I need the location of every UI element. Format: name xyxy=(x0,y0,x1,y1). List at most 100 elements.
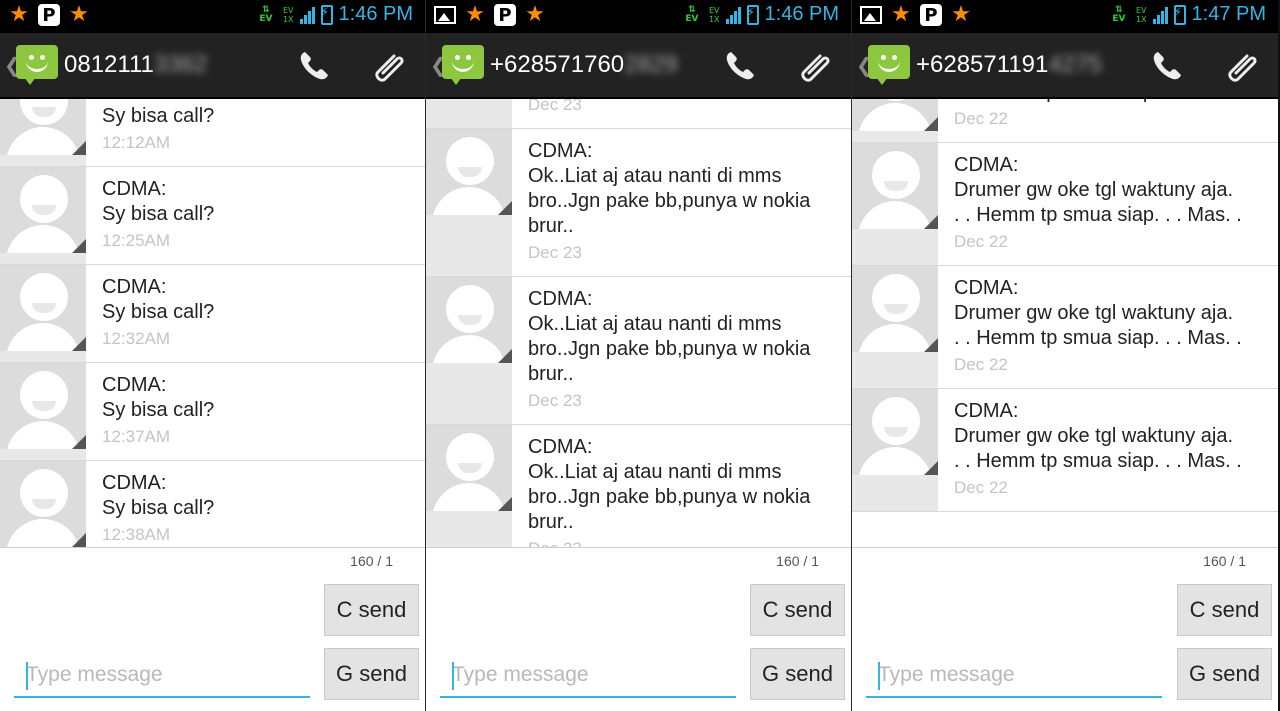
message-row[interactable]: CDMA: Sy bisa call? 12:25AM xyxy=(0,167,425,265)
contact-number: +6285711914275 xyxy=(916,51,1102,78)
message-network-label: CDMA: xyxy=(102,472,167,494)
contact-avatar-icon[interactable] xyxy=(426,129,512,215)
c-send-button[interactable]: C send xyxy=(324,584,419,636)
message-list[interactable]: CDMA: Ok..Liat aj atau nanti di mms bro..J… xyxy=(426,99,851,547)
data-transfer-icon: ⇅ EV xyxy=(1112,4,1126,24)
c-send-button[interactable]: C send xyxy=(750,584,845,636)
message-timestamp: 12:12AM xyxy=(102,133,171,152)
message-network-label: CDMA: xyxy=(102,178,167,200)
message-row[interactable]: CDMA: Sy bisa call? 12:38AM xyxy=(0,461,425,547)
message-text-line: Sy bisa call? xyxy=(102,399,215,421)
message-row[interactable]: CDMA:Ok..Liat aj atau nanti di mmsbro..J… xyxy=(426,129,851,277)
message-text-line: brur.. xyxy=(528,363,574,385)
message-row[interactable]: CDMA: Drumer gw oke tgl waktuny aja. . . H… xyxy=(852,266,1278,389)
phone-call-icon[interactable] xyxy=(297,49,331,83)
char-counter: 160 / 1 xyxy=(1203,553,1246,569)
p-app-icon: P xyxy=(38,4,60,26)
g-send-button[interactable]: G send xyxy=(750,648,845,700)
message-body: CDMA: Sy bisa call? 12:37AM xyxy=(102,373,415,447)
contact-avatar-icon[interactable] xyxy=(852,389,938,475)
message-text-line: . . Hemm tp smua siap. . . Mas. . xyxy=(954,204,1242,226)
message-text-line: Ok..Liat aj atau nanti di mms xyxy=(528,313,782,335)
messaging-app-icon[interactable] xyxy=(16,45,58,85)
messaging-app-icon[interactable] xyxy=(442,45,484,85)
message-text-line: brur.. xyxy=(528,511,574,533)
message-body: CDMA: Ok..Liat aj atau nanti di mms bro..J… xyxy=(528,287,841,411)
message-body: CDMA: Sy bisa call? 12:25AM xyxy=(102,177,415,251)
message-list-inner: Drumer gw oke tgl waktuny aja. . . Hemm t… xyxy=(852,99,1278,512)
message-input[interactable] xyxy=(440,658,736,698)
attach-paperclip-icon[interactable] xyxy=(371,49,407,85)
message-row[interactable]: CDMA:Ok..Liat aj atau nanti di mmsbro..J… xyxy=(426,425,851,547)
sms-screen-3: ★ P ★ ⇅EV EV1X 1:47 PM ❮ +6285711914275 … xyxy=(852,0,1278,711)
system-icons: ⇅EV EV1X 1:46 PM xyxy=(681,3,839,26)
message-timestamp: 12:37AM xyxy=(102,427,171,446)
message-text-line: bro..Jgn pake bb,punya w nokia xyxy=(528,190,811,212)
message-network-label: CDMA: xyxy=(528,288,593,310)
message-timestamp: Dec 22 xyxy=(954,355,1008,374)
contact-avatar-icon[interactable] xyxy=(0,363,86,449)
message-text-line: brur.. xyxy=(528,215,574,237)
message-body: CDMA: Sy bisa call? 12:32AM xyxy=(102,275,415,349)
message-body: CDMA: Drumer gw oke tgl waktuny aja. . . H… xyxy=(954,276,1268,375)
message-row[interactable]: CDMA: Sy bisa call? 12:37AM xyxy=(0,363,425,461)
attach-paperclip-icon[interactable] xyxy=(1224,49,1260,85)
star-icon: ★ xyxy=(891,2,911,27)
phone-call-icon[interactable] xyxy=(1150,49,1184,83)
message-text-line: . . Hemm tp smua siap. . . Mas. . xyxy=(954,327,1242,349)
battery-charging-icon xyxy=(320,4,333,25)
message-row[interactable]: CDMA:Sy bisa call?12:12AM xyxy=(0,99,425,167)
message-text-line: Drumer gw oke tgl waktuny aja. xyxy=(954,179,1234,201)
message-text-line: Drumer gw oke tgl waktuny aja. xyxy=(954,425,1234,447)
message-input[interactable] xyxy=(866,658,1162,698)
contact-avatar-icon[interactable] xyxy=(0,99,86,155)
notification-icons: ★ P ★ xyxy=(8,4,90,26)
message-row[interactable]: CDMA: Drumer gw oke tgl waktuny aja. . . H… xyxy=(852,389,1278,512)
status-time: 1:46 PM xyxy=(764,3,839,25)
c-send-button[interactable]: C send xyxy=(1177,584,1272,636)
message-list[interactable]: Drumer gw oke tgl waktuny aja. . . Hemm t… xyxy=(852,99,1278,547)
g-send-button[interactable]: G send xyxy=(324,648,419,700)
avatar-column xyxy=(426,99,512,128)
message-list[interactable]: CDMA: Sy bisa call? 12:12AM CDMA: Sy bisa ca… xyxy=(0,99,425,547)
message-network-label: CDMA: xyxy=(528,140,593,162)
signal-icon xyxy=(725,6,741,24)
phone-call-icon[interactable] xyxy=(723,49,757,83)
message-text-line: Sy bisa call? xyxy=(102,105,215,127)
contact-avatar-icon[interactable] xyxy=(0,461,86,547)
contact-avatar-icon[interactable] xyxy=(426,425,512,511)
image-icon xyxy=(860,6,882,24)
message-text-line: . . Hemm tp smua siap. . . Mas. . xyxy=(954,450,1242,472)
messaging-app-icon[interactable] xyxy=(868,45,910,85)
contact-avatar-icon[interactable] xyxy=(852,99,938,131)
contact-avatar-icon[interactable] xyxy=(0,265,86,351)
data-transfer-icon: ⇅ EV xyxy=(685,4,699,24)
message-row[interactable]: CDMA:Ok..Liat aj atau nanti di mmsbro..J… xyxy=(426,99,851,129)
message-row[interactable]: CDMA: Sy bisa call? 12:32AM xyxy=(0,265,425,363)
contact-number: 08121113362 xyxy=(64,51,208,78)
message-text-line: Sy bisa call? xyxy=(102,203,215,225)
text-caret xyxy=(878,662,880,690)
star-icon: ★ xyxy=(951,2,971,27)
notification-icons: ★ P ★ xyxy=(860,4,972,26)
attach-paperclip-icon[interactable] xyxy=(797,49,833,85)
message-row[interactable]: CDMA: Drumer gw oke tgl waktuny aja. . . H… xyxy=(852,143,1278,266)
contact-avatar-icon[interactable] xyxy=(0,167,86,253)
message-text-line: Drumer gw oke tgl waktuny aja. xyxy=(954,302,1234,324)
message-body: CDMA:Sy bisa call?12:12AM xyxy=(102,99,415,153)
message-timestamp: 12:32AM xyxy=(102,329,171,348)
contact-avatar-icon[interactable] xyxy=(852,266,938,352)
contact-avatar-icon[interactable] xyxy=(426,277,512,363)
image-icon xyxy=(434,6,456,24)
contact-avatar-icon[interactable] xyxy=(852,143,938,229)
g-send-button[interactable]: G send xyxy=(1177,648,1272,700)
message-row[interactable]: CDMA:Ok..Liat aj atau nanti di mmsbro..J… xyxy=(426,277,851,425)
message-input[interactable] xyxy=(14,658,310,698)
message-timestamp: Dec 23 xyxy=(528,99,582,114)
message-network-label: CDMA: xyxy=(528,436,593,458)
message-row[interactable]: Drumer gw oke tgl waktuny aja.. . Hemm t… xyxy=(852,99,1278,143)
battery-charging-icon xyxy=(1173,4,1186,25)
ev-1x-indicator: EV 1X xyxy=(282,5,294,24)
message-timestamp: Dec 22 xyxy=(954,109,1008,128)
message-timestamp: 12:38AM xyxy=(102,525,171,544)
